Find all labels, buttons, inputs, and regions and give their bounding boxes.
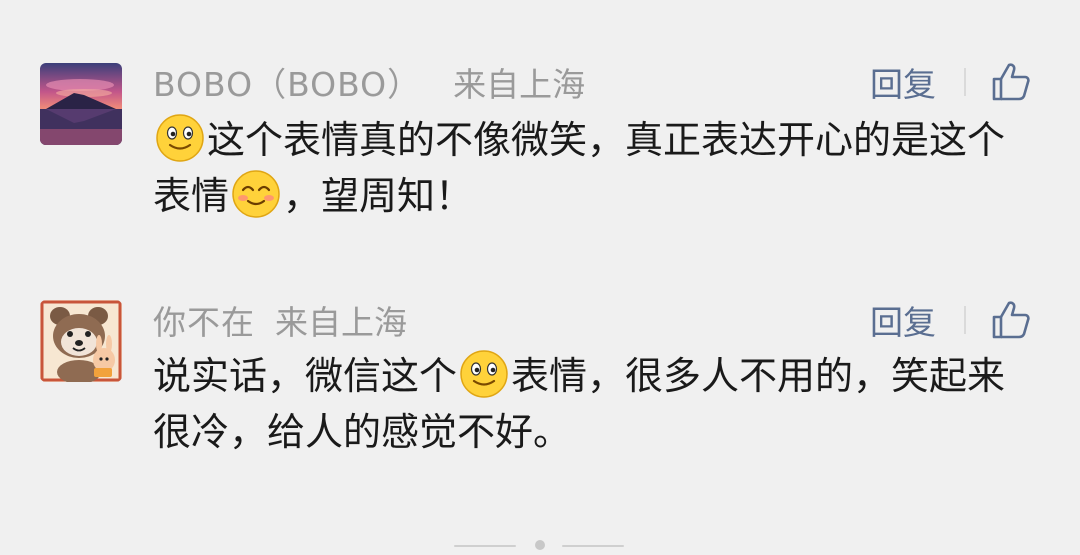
divider [964, 68, 966, 96]
smile-emoji-icon [460, 350, 508, 398]
comment-text-part: 说实话，微信这个 [153, 354, 458, 398]
indicator-bar [454, 545, 516, 547]
avatar[interactable] [40, 300, 122, 382]
comment-text: 这个表情真的不像微笑，真正表达开心的是这个表情 ，望周知！ [153, 112, 1033, 224]
divider [964, 306, 966, 334]
comment-actions: 回复 [870, 60, 1032, 104]
raccoon-cartoon-avatar-icon [40, 300, 122, 382]
comment-text-part: ，望周知！ [283, 174, 474, 218]
comment-item: 你不在 来自上海 回复 说实话，微信这个 表情，很多人不用的，笑起来很冷，给人的… [0, 260, 1080, 520]
comment-header: BOBO（BOBO） 来自上海 [153, 60, 585, 104]
comment-item: BOBO（BOBO） 来自上海 回复 这个表情真的不像微笑，真正表达开心的是这个… [0, 0, 1080, 260]
comment-actions: 回复 [870, 298, 1032, 342]
mountain-sunset-avatar-icon [40, 63, 122, 145]
indicator-dot [535, 540, 545, 550]
reply-button[interactable]: 回复 [870, 296, 936, 344]
indicator-bar [562, 545, 624, 547]
blush-emoji-icon [232, 170, 280, 218]
thumbs-up-icon[interactable] [990, 299, 1032, 341]
comment-text: 说实话，微信这个 表情，很多人不用的，笑起来很冷，给人的感觉不好。 [153, 348, 1033, 460]
location-label: 来自上海 [275, 303, 407, 342]
reply-button[interactable]: 回复 [870, 58, 936, 106]
scroll-indicator [0, 538, 1080, 552]
thumbs-up-icon[interactable] [990, 61, 1032, 103]
author-name[interactable]: 你不在 [153, 296, 255, 344]
author-name[interactable]: BOBO（BOBO） [153, 58, 421, 106]
avatar[interactable] [40, 63, 122, 145]
comment-header: 你不在 来自上海 [153, 298, 407, 342]
location-label: 来自上海 [453, 65, 586, 104]
smile-emoji-icon [156, 114, 204, 162]
